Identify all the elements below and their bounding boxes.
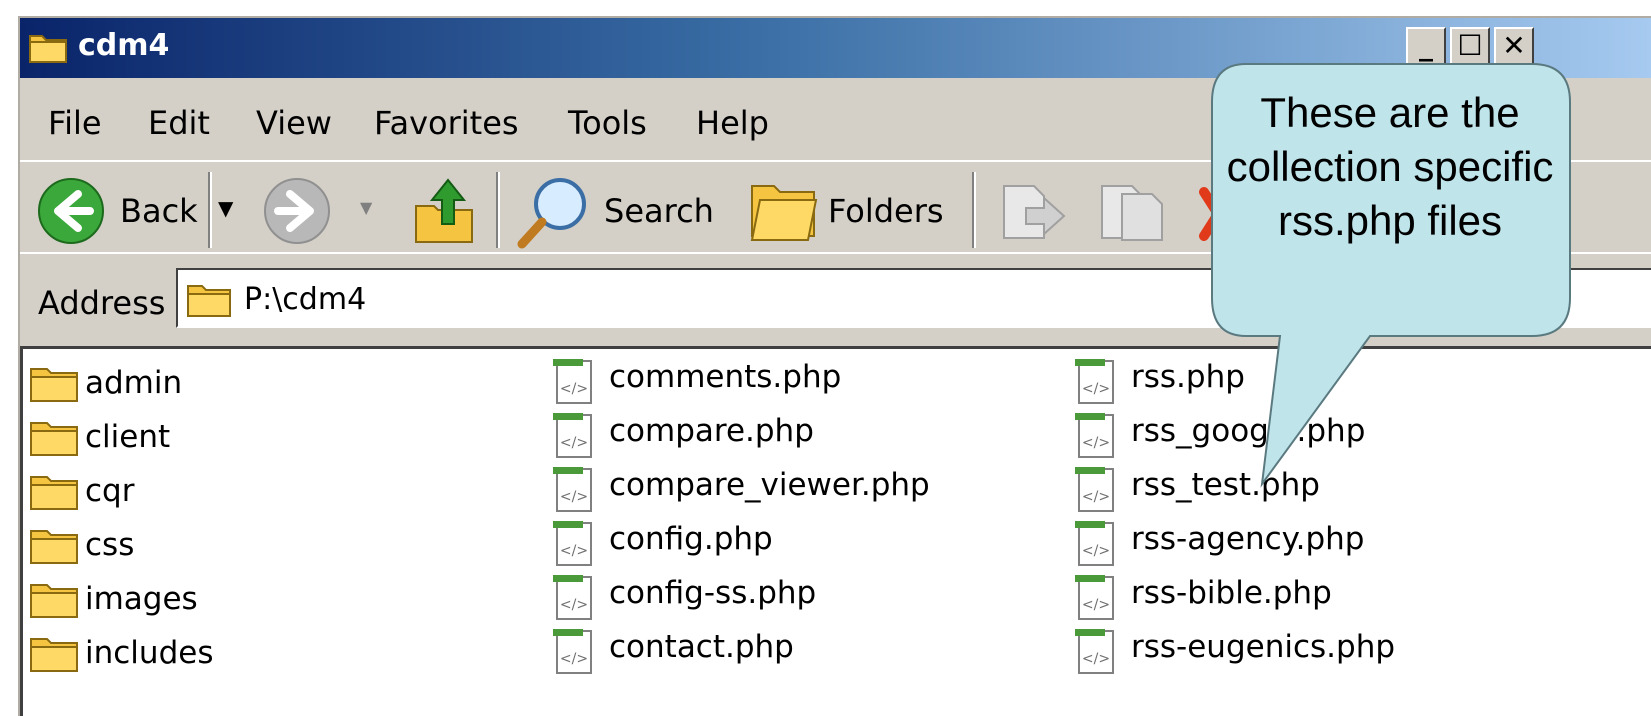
folder-icon (29, 35, 67, 63)
php-file-icon: </> (553, 521, 592, 566)
menu-view[interactable]: View (256, 104, 332, 142)
forward-arrow-icon[interactable] (262, 176, 332, 246)
svg-text:</>: </> (1082, 651, 1110, 667)
svg-text:</>: </> (1082, 381, 1110, 397)
menu-favorites[interactable]: Favorites (374, 104, 519, 142)
item-label: rss-bible.php (1131, 575, 1332, 611)
php-file-icon: </> (1075, 413, 1114, 458)
folder-icon (30, 368, 78, 402)
svg-text:</>: </> (1082, 597, 1110, 613)
address-value: P:\cdm4 (244, 282, 367, 317)
callout-text: These are the collection specific rss.ph… (1226, 89, 1554, 244)
svg-text:</>: </> (560, 489, 588, 505)
svg-text:</>: </> (1082, 489, 1110, 505)
php-file-icon: </> (553, 467, 592, 512)
toolbar-divider (208, 172, 212, 248)
toolbar-divider (496, 172, 500, 248)
item-label: client (85, 419, 171, 455)
php-file-icon: </> (1075, 629, 1114, 674)
item-label: cqr (85, 473, 135, 509)
svg-text:</>: </> (560, 597, 588, 613)
svg-text:</>: </> (1082, 435, 1110, 451)
folder-icon (30, 422, 78, 456)
folder-icon (30, 638, 78, 672)
folder-icon (30, 584, 78, 618)
php-file-icon: </> (1075, 359, 1114, 404)
item-label: config-ss.php (609, 575, 817, 611)
php-file-icon: </> (553, 575, 592, 620)
menu-file[interactable]: File (48, 104, 102, 142)
item-label: rss-agency.php (1131, 521, 1365, 557)
search-button[interactable]: Search (604, 192, 714, 230)
php-file-icon: </> (1075, 521, 1114, 566)
folder-icon (30, 476, 78, 510)
back-button[interactable]: Back (120, 192, 198, 230)
item-label: includes (85, 635, 214, 671)
svg-text:</>: </> (1082, 543, 1110, 559)
php-file-icon: </> (553, 629, 592, 674)
item-label: compare.php (609, 413, 814, 449)
close-button[interactable]: ✕ (1494, 27, 1534, 65)
forward-dropdown-icon[interactable]: ▼ (360, 198, 372, 217)
address-label: Address (38, 284, 166, 322)
window-title: cdm4 (78, 28, 170, 63)
minimize-button[interactable]: _ (1406, 27, 1446, 65)
search-icon[interactable] (516, 174, 592, 250)
menu-tools[interactable]: Tools (568, 104, 647, 142)
item-label: css (85, 527, 135, 563)
menu-edit[interactable]: Edit (148, 104, 210, 142)
toolbar-divider (972, 172, 976, 248)
back-arrow-icon[interactable] (36, 176, 106, 246)
item-label: rss-eugenics.php (1131, 629, 1396, 665)
item-label: images (85, 581, 198, 617)
item-label: config.php (609, 521, 773, 557)
item-label: compare_viewer.php (609, 467, 930, 503)
copy-to-icon[interactable] (1096, 180, 1168, 244)
folders-button[interactable]: Folders (828, 192, 944, 230)
php-file-icon: </> (553, 413, 592, 458)
item-label: contact.php (609, 629, 794, 665)
up-folder-icon[interactable] (412, 176, 476, 246)
folders-icon[interactable] (748, 178, 820, 244)
item-label: comments.php (609, 359, 842, 395)
folder-icon (30, 530, 78, 564)
folder-icon (187, 285, 231, 317)
back-dropdown-icon[interactable]: ▼ (218, 196, 233, 220)
svg-text:</>: </> (560, 543, 588, 559)
php-file-icon: </> (1075, 467, 1114, 512)
move-to-icon[interactable] (998, 180, 1068, 244)
svg-text:</>: </> (560, 651, 588, 667)
maximize-button[interactable]: ☐ (1450, 27, 1490, 65)
item-label: admin (85, 365, 183, 401)
svg-text:</>: </> (560, 381, 588, 397)
menu-help[interactable]: Help (696, 104, 769, 142)
php-file-icon: </> (553, 359, 592, 404)
svg-text:</>: </> (560, 435, 588, 451)
php-file-icon: </> (1075, 575, 1114, 620)
